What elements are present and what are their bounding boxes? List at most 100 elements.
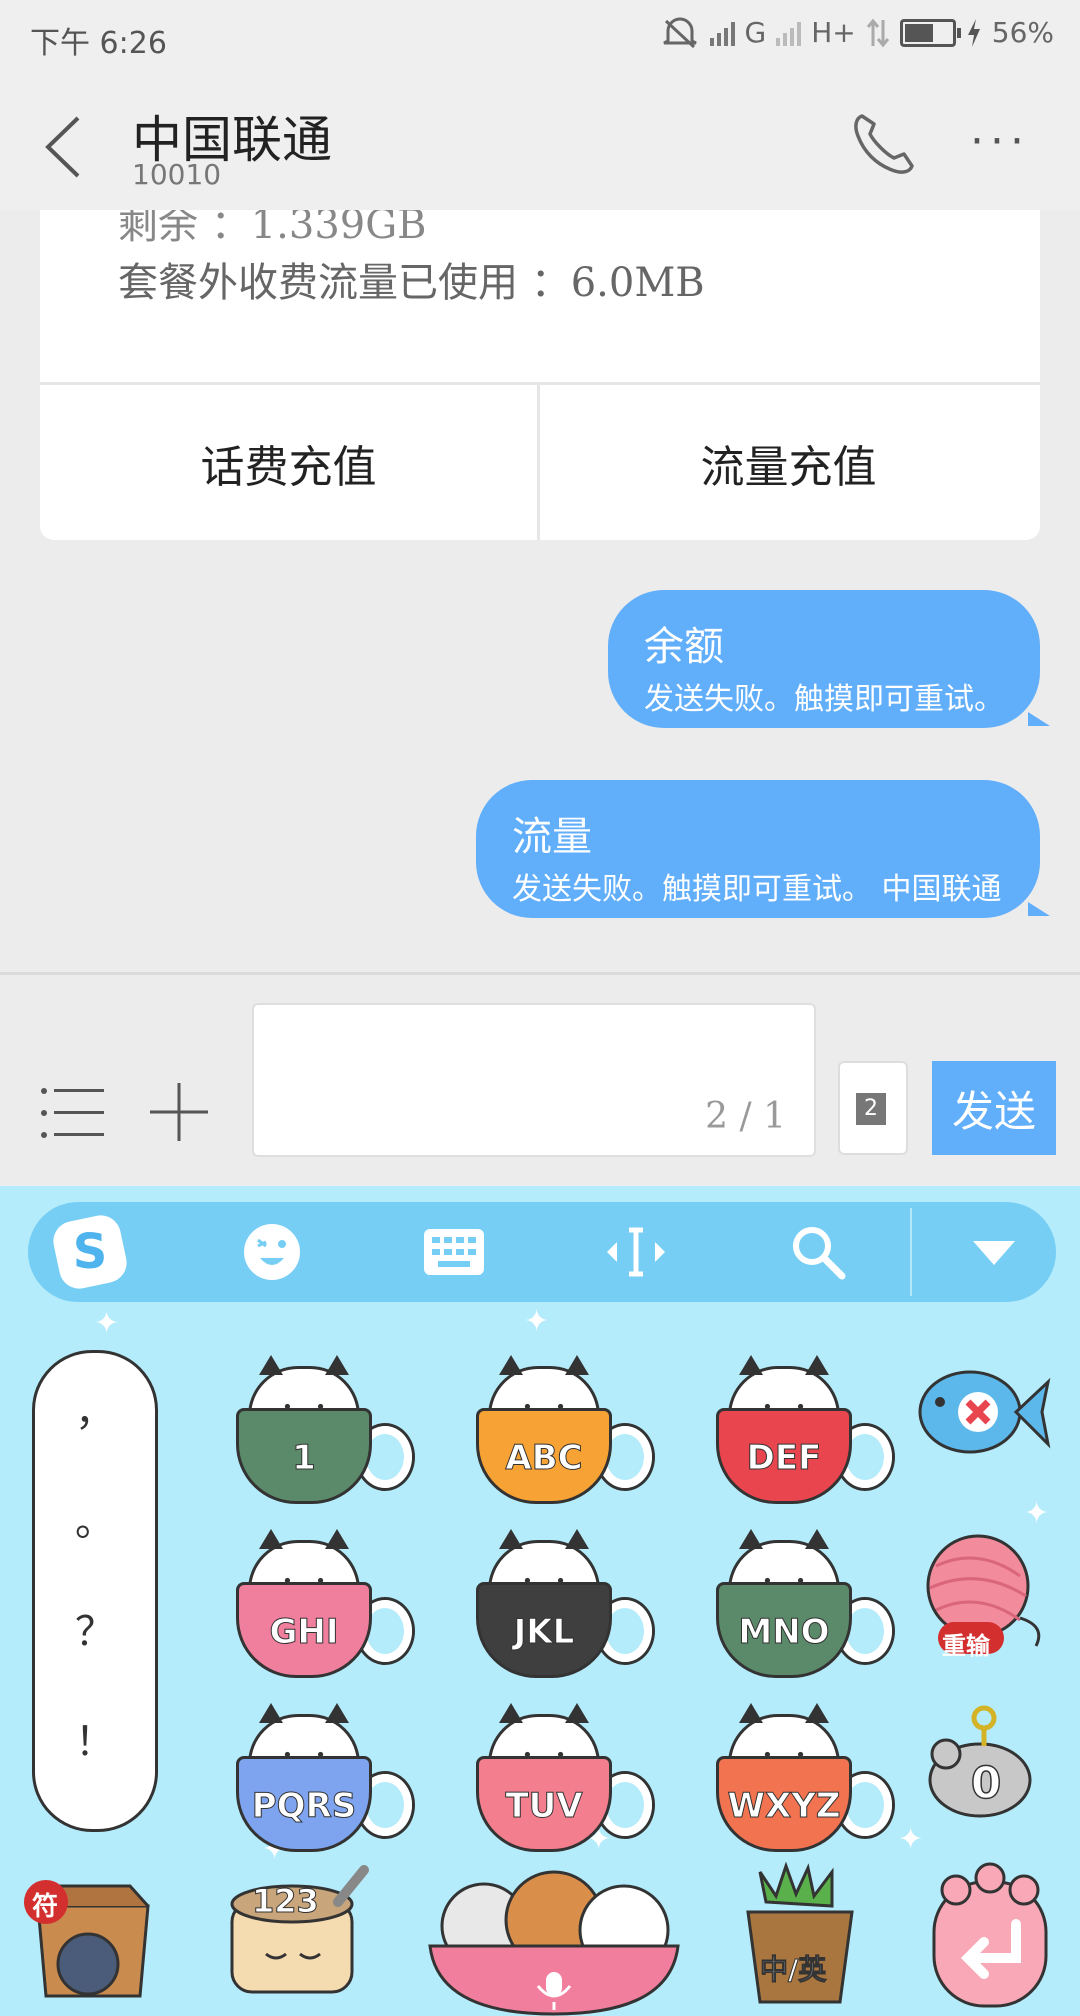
cat-ear: [325, 1703, 349, 1723]
conversation-header: 中国联通 10010 ···: [0, 76, 1080, 210]
recharge-data-button[interactable]: 流量充值: [540, 385, 1037, 540]
retype-key[interactable]: 重输: [916, 1526, 1056, 1666]
contact-number: 10010: [132, 158, 222, 191]
t9-key-label: MNO: [738, 1612, 830, 1653]
t9-key[interactable]: • ᴗ •TUV: [466, 1694, 652, 1854]
space-voice-key[interactable]: [404, 1846, 704, 2016]
keyboard-switch-icon[interactable]: [414, 1212, 494, 1292]
send-button[interactable]: 发送: [932, 1061, 1056, 1155]
sparkle-decoration: ✦: [94, 1306, 120, 1341]
cat-ear: [259, 1355, 283, 1375]
message-input[interactable]: 2 / 1: [252, 1003, 816, 1157]
punctuation-column: ， 。 ？ ！: [32, 1350, 158, 1832]
box-cat-icon: [24, 1880, 150, 1998]
t9-key[interactable]: • ᴗ •GHI: [226, 1520, 412, 1680]
sparkle-decoration: ✦: [524, 1304, 550, 1339]
cat-ear: [565, 1529, 589, 1549]
bubble-tail: [1028, 902, 1050, 916]
t9-key[interactable]: • ᴗ •MNO: [706, 1520, 892, 1680]
sim-icon: 2: [856, 1093, 886, 1125]
data-arrows-icon: [866, 18, 889, 47]
network-type-h: H+: [811, 16, 856, 49]
zero-key[interactable]: 0: [920, 1702, 1060, 1842]
t9-key-label: PQRS: [251, 1786, 357, 1827]
fish-delete-icon: [918, 1370, 1051, 1454]
phone-icon[interactable]: [848, 110, 918, 180]
message-text: 余额: [644, 624, 724, 670]
keyboard-toolbar: S: [28, 1202, 1056, 1302]
card-remaining-line: 剩余 ：1.339GB: [118, 210, 427, 248]
status-bar: 下午 6:26 G H+ 56%: [0, 0, 1080, 76]
ime-keyboard: S ✦ ✦ ✦ ✦ ✦ ✦ ， 。 ？ ！ • ᴗ •1• ᴗ •ABC• ᴗ …: [0, 1186, 1080, 2016]
message-status: 发送失败。触摸即可重试。 中国联通: [512, 872, 1002, 907]
retype-label: 重输: [942, 1632, 990, 1660]
t9-key[interactable]: • ᴗ •1: [226, 1346, 412, 1506]
cat-ear: [565, 1703, 589, 1723]
search-icon[interactable]: [778, 1212, 858, 1292]
add-attachment-icon[interactable]: [146, 1079, 212, 1145]
symbols-label: 符: [32, 1892, 59, 1922]
message-status: 发送失败。触摸即可重试。: [644, 682, 1004, 717]
composer-bar: 2 / 1 2 发送: [0, 972, 1080, 1189]
t9-key[interactable]: • ᴗ •WXYZ: [706, 1694, 892, 1854]
recharge-balance-button[interactable]: 话费充值: [40, 385, 537, 540]
t9-key[interactable]: • ᴗ •PQRS: [226, 1694, 412, 1854]
cat-ear: [739, 1529, 763, 1549]
emoji-icon[interactable]: [232, 1212, 312, 1292]
received-message-card: 剩余 ：1.339GB 套餐外收费流量已使用 ：6.0MB 话费充值 流量充值: [40, 210, 1040, 540]
t9-key-label: ABC: [505, 1438, 583, 1479]
sms-counter: 2 / 1: [705, 1096, 786, 1137]
enter-key[interactable]: [926, 1862, 1056, 2012]
t9-key-label: TUV: [505, 1786, 583, 1827]
mouse-zero-icon: 0: [928, 1705, 1032, 1818]
toolbar-divider: [910, 1208, 912, 1296]
cat-ear: [325, 1355, 349, 1375]
t9-key-label: 1: [292, 1438, 317, 1479]
punct-key-exclaim[interactable]: ！: [35, 1709, 155, 1767]
sent-message-bubble[interactable]: 流量 发送失败。触摸即可重试。 中国联通: [476, 780, 1040, 918]
cat-ear: [565, 1355, 589, 1375]
battery-icon: [899, 18, 961, 47]
cat-ear: [805, 1703, 829, 1723]
t9-key-label: GHI: [269, 1612, 339, 1653]
plant-pot-icon: [746, 1861, 854, 2004]
cat-ear: [259, 1703, 283, 1723]
status-time: 下午 6:26: [30, 26, 167, 61]
cat-ear: [325, 1529, 349, 1549]
cat-ear: [805, 1355, 829, 1375]
t9-key-label: DEF: [746, 1438, 822, 1479]
punct-key-question[interactable]: ？: [35, 1599, 155, 1657]
cat-ear: [739, 1355, 763, 1375]
cat-ear: [499, 1529, 523, 1549]
hide-keyboard-icon[interactable]: [954, 1212, 1034, 1292]
svg-text:0: 0: [971, 1758, 1002, 1809]
back-icon[interactable]: [36, 112, 96, 182]
symbols-key[interactable]: 符: [18, 1856, 168, 2006]
t9-key[interactable]: • ᴗ •JKL: [466, 1520, 652, 1680]
card-extra-usage-line: 套餐外收费流量已使用 ：6.0MB: [118, 260, 705, 306]
sent-message-bubble[interactable]: 余额 发送失败。触摸即可重试。: [608, 590, 1040, 728]
punct-key-comma[interactable]: ，: [35, 1379, 155, 1437]
menu-list-icon[interactable]: [40, 1085, 104, 1141]
numbers-key[interactable]: 123: [226, 1862, 376, 2002]
bubble-tail: [1028, 712, 1050, 726]
cat-ear: [805, 1529, 829, 1549]
cursor-move-icon[interactable]: [596, 1212, 676, 1292]
cats-bowl-icon: [428, 1870, 680, 2016]
more-options-icon[interactable]: ···: [970, 116, 1040, 176]
t9-key[interactable]: • ᴗ •ABC: [466, 1346, 652, 1506]
network-type-g: G: [744, 16, 767, 49]
t9-key[interactable]: • ᴗ •DEF: [706, 1346, 892, 1506]
paw-enter-icon: [932, 1862, 1048, 2008]
sogou-logo-icon[interactable]: S: [50, 1212, 130, 1292]
lang-switch-key[interactable]: 中/英: [740, 1861, 860, 2012]
sim-select-button[interactable]: 2: [838, 1061, 908, 1155]
signal-icon: [709, 20, 735, 46]
cat-ear: [499, 1703, 523, 1723]
delete-key[interactable]: [912, 1356, 1052, 1496]
cat-ear: [499, 1355, 523, 1375]
svg-text:S: S: [73, 1224, 108, 1280]
punct-key-period[interactable]: 。: [35, 1489, 155, 1547]
charging-icon: [967, 18, 980, 47]
lang-label: 中/英: [759, 1953, 827, 1987]
